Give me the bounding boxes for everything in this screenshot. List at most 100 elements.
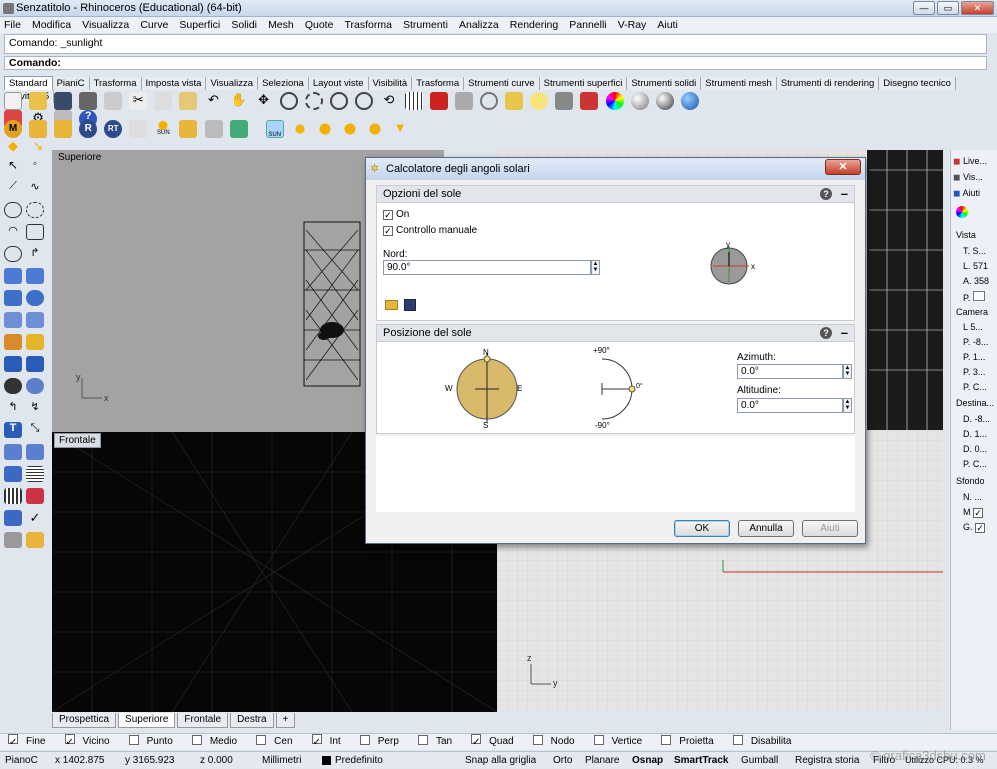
status-gumball[interactable]: Gumball [741,752,778,769]
north-input[interactable]: 90.0° [383,260,591,275]
menu-analizza[interactable]: Analizza [455,17,503,33]
sphere-light-icon[interactable] [340,120,359,138]
point-icon[interactable]: ◦ [26,158,44,174]
menu-file[interactable]: File [0,17,25,33]
layer-icon[interactable] [580,92,599,110]
top-viewport-label[interactable]: Superiore [54,151,105,164]
point-light-icon[interactable] [315,120,334,138]
sun-on-checkbox[interactable]: ✓ On [383,209,409,220]
altitude-dial[interactable] [592,343,662,433]
join-icon[interactable] [26,356,44,372]
circle-tool-icon[interactable] [4,202,22,218]
vray-rt-icon[interactable]: RT [104,120,123,138]
fillet-icon[interactable]: ↰ [4,400,22,416]
rectangle-tool-icon[interactable] [26,224,44,240]
viewport-tab-prospettica[interactable]: Prospettica [52,713,117,728]
tab-pianic[interactable]: PianiC [52,77,90,90]
copy-icon[interactable] [154,92,173,110]
sfondo-row-2[interactable]: M ✓ [963,507,986,518]
viewport-tab-frontale[interactable]: Frontale [177,713,229,728]
paste-icon[interactable] [179,92,198,110]
command-input[interactable]: Comando: [4,56,987,70]
ies-light-icon[interactable]: ◆ [4,138,22,156]
snap-proietta[interactable]: Proietta [657,734,717,750]
status-history[interactable]: Registra storia [795,752,859,769]
vray-options-icon[interactable] [29,120,48,138]
status-cplane[interactable]: PianoC [5,752,38,769]
menu-visualizza[interactable]: Visualizza [78,17,133,33]
render-sphere-icon[interactable] [630,92,649,110]
tab-strumenti-superfici[interactable]: Strumenti superfici [539,77,628,90]
analyze-icon[interactable] [4,510,22,526]
vray-material-editor-icon[interactable]: M [4,120,22,138]
vray-help-icon[interactable] [229,120,248,138]
altitude-spinner[interactable]: ▲ ▼ [843,398,852,413]
vray-sun-icon[interactable]: SUN [154,120,173,138]
cancel-button[interactable]: Annulla [738,520,794,537]
loft-tool-icon[interactable] [26,268,44,284]
pan-icon[interactable]: ✋ [230,92,248,110]
menu-curve[interactable]: Curve [136,17,172,33]
lock-icon[interactable] [555,92,574,110]
render-tool-icon[interactable] [4,532,22,548]
azimuth-input[interactable]: 0.0° [737,364,843,379]
environment-sphere-icon[interactable] [680,92,699,110]
undo-icon[interactable]: ↶ [205,92,223,110]
trim-icon[interactable] [26,334,44,350]
dome-light-icon[interactable]: ↘ [29,138,47,156]
help-button[interactable]: Aiuti [802,520,858,537]
azimuth-spinner[interactable]: ▲ ▼ [843,364,852,379]
altitude-input[interactable]: 0.0° [737,398,843,413]
menu-quote[interactable]: Quote [301,17,338,33]
zoom-window-icon[interactable] [304,92,323,110]
zoom-icon[interactable] [279,92,298,110]
zoom-selected-icon[interactable] [354,92,373,110]
split-icon[interactable] [4,356,22,372]
vray-proxy-icon[interactable] [204,120,223,138]
paint-icon[interactable] [26,532,44,548]
freeform-tool-icon[interactable]: ↱ [26,246,44,262]
collapse-icon-2[interactable]: – [841,325,848,340]
menu-modifica[interactable]: Modifica [28,17,75,33]
menu-solidi[interactable]: Solidi [227,17,261,33]
vista-row-4[interactable]: P. [963,291,985,303]
tab-strumenti-solidi[interactable]: Strumenti solidi [627,77,702,90]
menu-mesh[interactable]: Mesh [264,17,298,33]
select-arrow-icon[interactable]: ↖ [4,158,22,174]
north-spinner[interactable]: ▲ ▼ [591,260,600,275]
move-view-icon[interactable]: ✥ [255,92,273,110]
status-layer[interactable]: Predefinito [335,752,383,769]
snap-tan[interactable]: Tan [414,734,456,750]
sun-calculator-icon[interactable]: SUN [265,120,284,138]
ok-button[interactable]: OK [674,520,730,537]
snap-medio[interactable]: Medio [188,734,241,750]
tab-disegno-tecnico[interactable]: Disegno tecnico [879,77,956,90]
tab-imposta-vista[interactable]: Imposta vista [141,77,207,90]
menu-strumenti[interactable]: Strumenti [399,17,452,33]
snap-int[interactable]: ✓ Int [308,734,345,750]
light-bulb-icon[interactable] [530,92,549,110]
menu-aiuti[interactable]: Aiuti [653,17,681,33]
dialog-title-bar[interactable]: ✲ Calcolatore degli angoli solari ✕ [366,158,865,180]
tab-seleziona[interactable]: Seleziona [258,77,309,90]
color-wheel-icon[interactable] [605,92,624,110]
mesh-tool-icon[interactable] [26,312,44,328]
panel-color-icon[interactable] [956,206,968,218]
surface-tool-icon[interactable] [4,268,22,284]
offset-icon[interactable] [26,378,44,394]
tab-strumenti-curve[interactable]: Strumenti curve [464,77,540,90]
panel-tab-aiuti[interactable]: ◼ Aiuti [953,188,980,199]
snap-vertice[interactable]: Vertice [590,734,647,750]
hatch-icon[interactable] [26,466,44,482]
status-ortho[interactable]: Orto [553,752,572,769]
curve-icon[interactable]: ∿ [26,180,44,196]
sfondo-row-1[interactable]: N. ... [963,492,982,502]
polygon-tool-icon[interactable] [4,246,22,262]
menu-trasforma[interactable]: Trasforma [340,17,395,33]
vray-frame-buffer-icon[interactable] [129,120,148,138]
help-circle-icon-2[interactable]: ? [820,327,832,339]
dialog-close-button[interactable]: ✕ [825,159,861,175]
ellipse-tool-icon[interactable] [26,202,44,218]
snap-vicino[interactable]: ✓ Vicino [61,734,114,750]
panel-tab-vis[interactable]: ◼ Vis... [953,172,983,183]
